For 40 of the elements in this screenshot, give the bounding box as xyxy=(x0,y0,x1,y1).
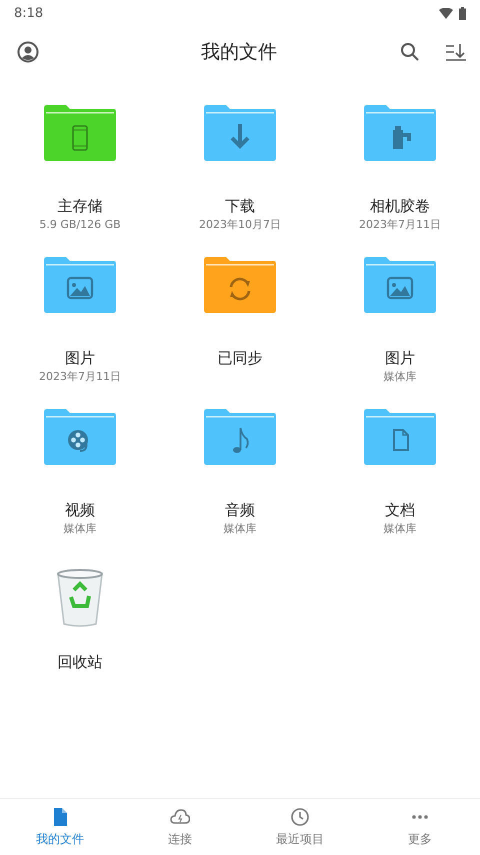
page-title: 我的文件 xyxy=(200,40,278,65)
cloud-icon xyxy=(170,806,190,826)
account-icon[interactable] xyxy=(16,40,40,64)
clock-icon xyxy=(290,806,310,826)
more-icon xyxy=(412,814,428,818)
nav-tab[interactable]: 更多 xyxy=(360,799,480,855)
folder-name: 下载 xyxy=(225,196,255,216)
battery-icon xyxy=(459,6,466,20)
folder-name: 图片 xyxy=(65,348,95,368)
nav-tab[interactable]: 最近项目 xyxy=(240,799,360,855)
folder-name: 回收站 xyxy=(58,652,102,672)
folder-name: 已同步 xyxy=(218,348,262,368)
document-folder-icon[interactable] xyxy=(362,408,438,466)
image-folder-icon[interactable] xyxy=(42,256,118,314)
folder-name: 视频 xyxy=(65,500,95,520)
folder-detail: 5.9 GB/126 GB xyxy=(39,217,121,233)
phone-folder-icon[interactable] xyxy=(42,104,118,162)
folder-name: 主存储 xyxy=(58,196,102,216)
wifi-icon xyxy=(439,8,453,18)
nav-tab[interactable]: 我的文件 xyxy=(0,799,120,855)
folder-detail: 媒体库 xyxy=(384,521,416,537)
folder-detail: 2023年7月11日 xyxy=(359,217,441,233)
recycle-bin-icon[interactable] xyxy=(54,568,106,628)
folder-detail: 2023年7月11日 xyxy=(39,369,121,385)
folder-name: 文档 xyxy=(385,500,415,520)
folder-detail: 媒体库 xyxy=(384,369,416,385)
nav-tab[interactable]: 连接 xyxy=(120,799,240,855)
download-folder-icon[interactable] xyxy=(202,104,278,162)
music-folder-icon[interactable] xyxy=(202,408,278,466)
film-reel-folder-icon[interactable] xyxy=(42,408,118,466)
image-folder-icon[interactable] xyxy=(362,256,438,314)
folder-detail: 媒体库 xyxy=(224,521,256,537)
folder-detail: 2023年10月7日 xyxy=(199,217,281,233)
folder-name: 相机胶卷 xyxy=(370,196,430,216)
folder-detail: 媒体库 xyxy=(64,521,96,537)
folder-name: 音频 xyxy=(225,500,255,520)
folder-name: 图片 xyxy=(385,348,415,368)
film-folder-icon[interactable] xyxy=(362,104,438,162)
status-time: 8:18 xyxy=(14,6,44,20)
sync-folder-icon[interactable] xyxy=(202,256,278,314)
